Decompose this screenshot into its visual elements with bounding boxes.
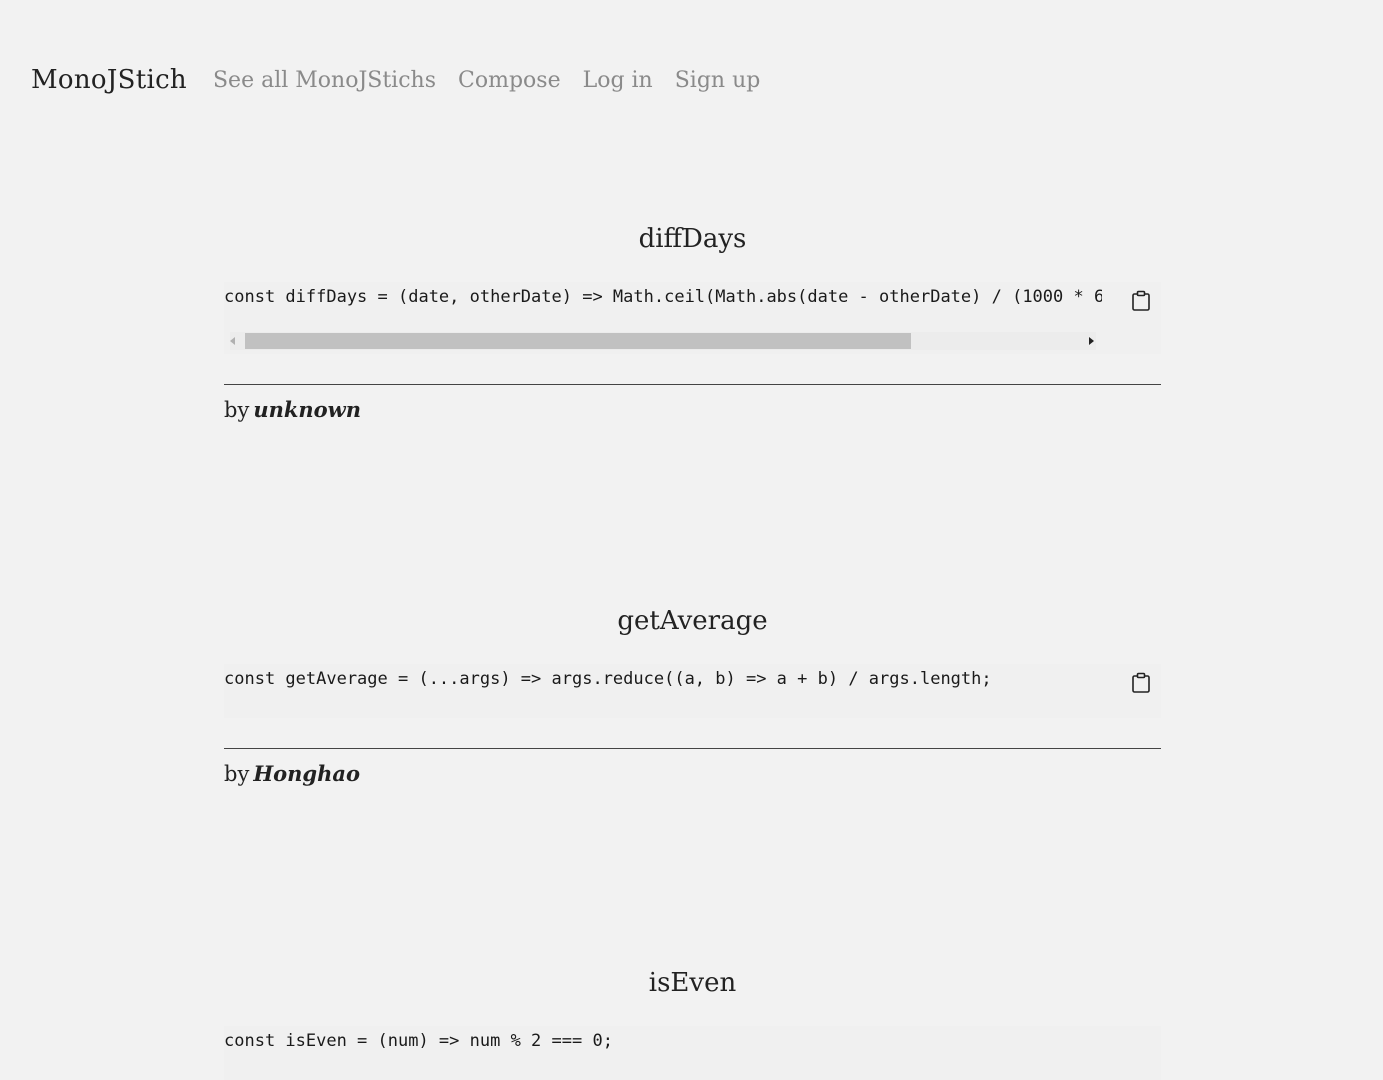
code-text: const isEven = (num) => num % 2 === 0; <box>224 1031 613 1051</box>
copy-button[interactable] <box>1127 669 1155 697</box>
code-block: const diffDays = (date, otherDate) => Ma… <box>224 282 1161 354</box>
nav-link-signup[interactable]: Sign up <box>675 68 761 93</box>
author-line: by unknown <box>224 397 1161 422</box>
code-block: const getAverage = (...args) => args.red… <box>224 664 1161 718</box>
horizontal-scrollbar[interactable] <box>230 332 1096 350</box>
top-navbar: MonoJStich See all MonoJStichs Compose L… <box>31 62 782 98</box>
stich-card: diffDays const diffDays = (date, otherDa… <box>224 224 1161 422</box>
scroll-left-arrow-icon[interactable] <box>230 337 235 345</box>
author-line: by Honghao <box>224 761 1161 786</box>
nav-link-login[interactable]: Log in <box>583 68 653 93</box>
copy-button[interactable] <box>1127 287 1155 315</box>
stich-card: isEven const isEven = (num) => num % 2 =… <box>224 968 1161 1080</box>
stich-card: getAverage const getAverage = (...args) … <box>224 606 1161 786</box>
clipboard-icon <box>1132 290 1150 311</box>
code-text: const getAverage = (...args) => args.red… <box>224 669 992 689</box>
divider <box>224 384 1161 385</box>
nav-link-compose[interactable]: Compose <box>458 68 561 93</box>
code-text: const diffDays = (date, otherDate) => Ma… <box>224 287 1102 307</box>
author-name: Honghao <box>253 761 360 786</box>
scrollbar-thumb[interactable] <box>245 333 911 349</box>
clipboard-icon <box>1132 672 1150 693</box>
code-scroll-area: const isEven = (num) => num % 2 === 0; <box>224 1026 1102 1080</box>
divider <box>224 748 1161 749</box>
by-label: by <box>224 762 250 786</box>
code-block: const isEven = (num) => num % 2 === 0; <box>224 1026 1161 1080</box>
stich-title: isEven <box>648 968 737 998</box>
code-scroll-area: const getAverage = (...args) => args.red… <box>224 664 1102 718</box>
by-label: by <box>224 398 250 422</box>
author-name: unknown <box>253 397 362 422</box>
scroll-right-arrow-icon[interactable] <box>1089 337 1094 345</box>
nav-link-see-all[interactable]: See all MonoJStichs <box>213 68 436 93</box>
stich-title: getAverage <box>617 606 768 636</box>
brand-link[interactable]: MonoJStich <box>31 65 187 95</box>
stich-title: diffDays <box>638 224 747 254</box>
